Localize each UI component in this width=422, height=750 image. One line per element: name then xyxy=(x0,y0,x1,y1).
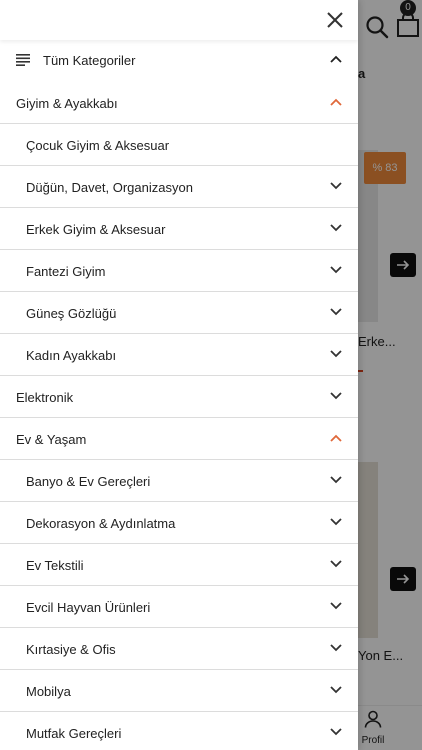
chevron-up-icon xyxy=(330,98,342,106)
list-icon xyxy=(16,54,30,66)
category-label: Erkek Giyim & Aksesuar xyxy=(26,222,166,237)
chevron-down-icon xyxy=(330,266,342,274)
subcategory-item[interactable]: Fantezi Giyim xyxy=(0,250,358,292)
overlay-scrim[interactable] xyxy=(358,0,422,750)
category-item[interactable]: Ev & Yaşam xyxy=(0,418,358,460)
subcategory-item[interactable]: Ev Tekstili xyxy=(0,544,358,586)
all-categories-label: Tüm Kategoriler xyxy=(43,53,136,68)
chevron-down-icon xyxy=(330,224,342,232)
category-label: Mobilya xyxy=(26,684,71,699)
subcategory-item[interactable]: Düğün, Davet, Organizasyon xyxy=(0,166,358,208)
category-label: Düğün, Davet, Organizasyon xyxy=(26,180,193,195)
chevron-down-icon xyxy=(330,476,342,484)
subcategory-item[interactable]: Çocuk Giyim & Aksesuar xyxy=(0,124,358,166)
subcategory-item[interactable]: Güneş Gözlüğü xyxy=(0,292,358,334)
category-list: Giyim & Ayakkabı Çocuk Giyim & Aksesuar Dü… xyxy=(0,82,358,750)
category-label: Çocuk Giyim & Aksesuar xyxy=(26,138,170,153)
category-label: Ev Tekstili xyxy=(26,558,84,573)
chevron-down-icon xyxy=(330,392,342,400)
chevron-down-icon xyxy=(330,686,342,694)
subcategory-item[interactable]: Evcil Hayvan Ürünleri xyxy=(0,586,358,628)
category-label: Banyo & Ev Gereçleri xyxy=(26,474,151,489)
close-icon[interactable] xyxy=(325,10,345,30)
chevron-down-icon xyxy=(330,728,342,736)
subcategory-item[interactable]: Erkek Giyim & Aksesuar xyxy=(0,208,358,250)
chevron-down-icon xyxy=(330,560,342,568)
subcategory-item[interactable]: Dekorasyon & Aydınlatma xyxy=(0,502,358,544)
category-label: Dekorasyon & Aydınlatma xyxy=(26,516,176,531)
subcategory-item[interactable]: Kadın Ayakkabı xyxy=(0,334,358,376)
subcategory-item[interactable]: Mutfak Gereçleri xyxy=(0,712,358,750)
chevron-down-icon xyxy=(330,602,342,610)
drawer-header xyxy=(0,0,358,40)
category-label: Kadın Ayakkabı xyxy=(26,348,117,363)
chevron-down-icon xyxy=(330,182,342,190)
category-label: Ev & Yaşam xyxy=(16,432,87,447)
category-label: Giyim & Ayakkabı xyxy=(16,96,118,111)
category-item[interactable]: Elektronik xyxy=(0,376,358,418)
category-label: Mutfak Gereçleri xyxy=(26,726,122,741)
subcategory-item[interactable]: Banyo & Ev Gereçleri xyxy=(0,460,358,502)
category-label: Elektronik xyxy=(16,390,74,405)
chevron-up-icon xyxy=(330,434,342,442)
category-item[interactable]: Giyim & Ayakkabı xyxy=(0,82,358,124)
chevron-down-icon xyxy=(330,518,342,526)
chevron-up-icon xyxy=(330,55,342,63)
category-label: Fantezi Giyim xyxy=(26,264,106,279)
all-categories-toggle[interactable]: Tüm Kategoriler xyxy=(0,40,358,82)
category-label: Kırtasiye & Ofis xyxy=(26,642,116,657)
subcategory-item[interactable]: Mobilya xyxy=(0,670,358,712)
chevron-down-icon xyxy=(330,308,342,316)
category-label: Evcil Hayvan Ürünleri xyxy=(26,600,151,615)
chevron-down-icon xyxy=(330,644,342,652)
subcategory-item[interactable]: Kırtasiye & Ofis xyxy=(0,628,358,670)
category-drawer: Tüm Kategoriler Giyim & Ayakkabı Çocuk Gi… xyxy=(0,0,358,750)
chevron-down-icon xyxy=(330,350,342,358)
category-label: Güneş Gözlüğü xyxy=(26,306,117,321)
